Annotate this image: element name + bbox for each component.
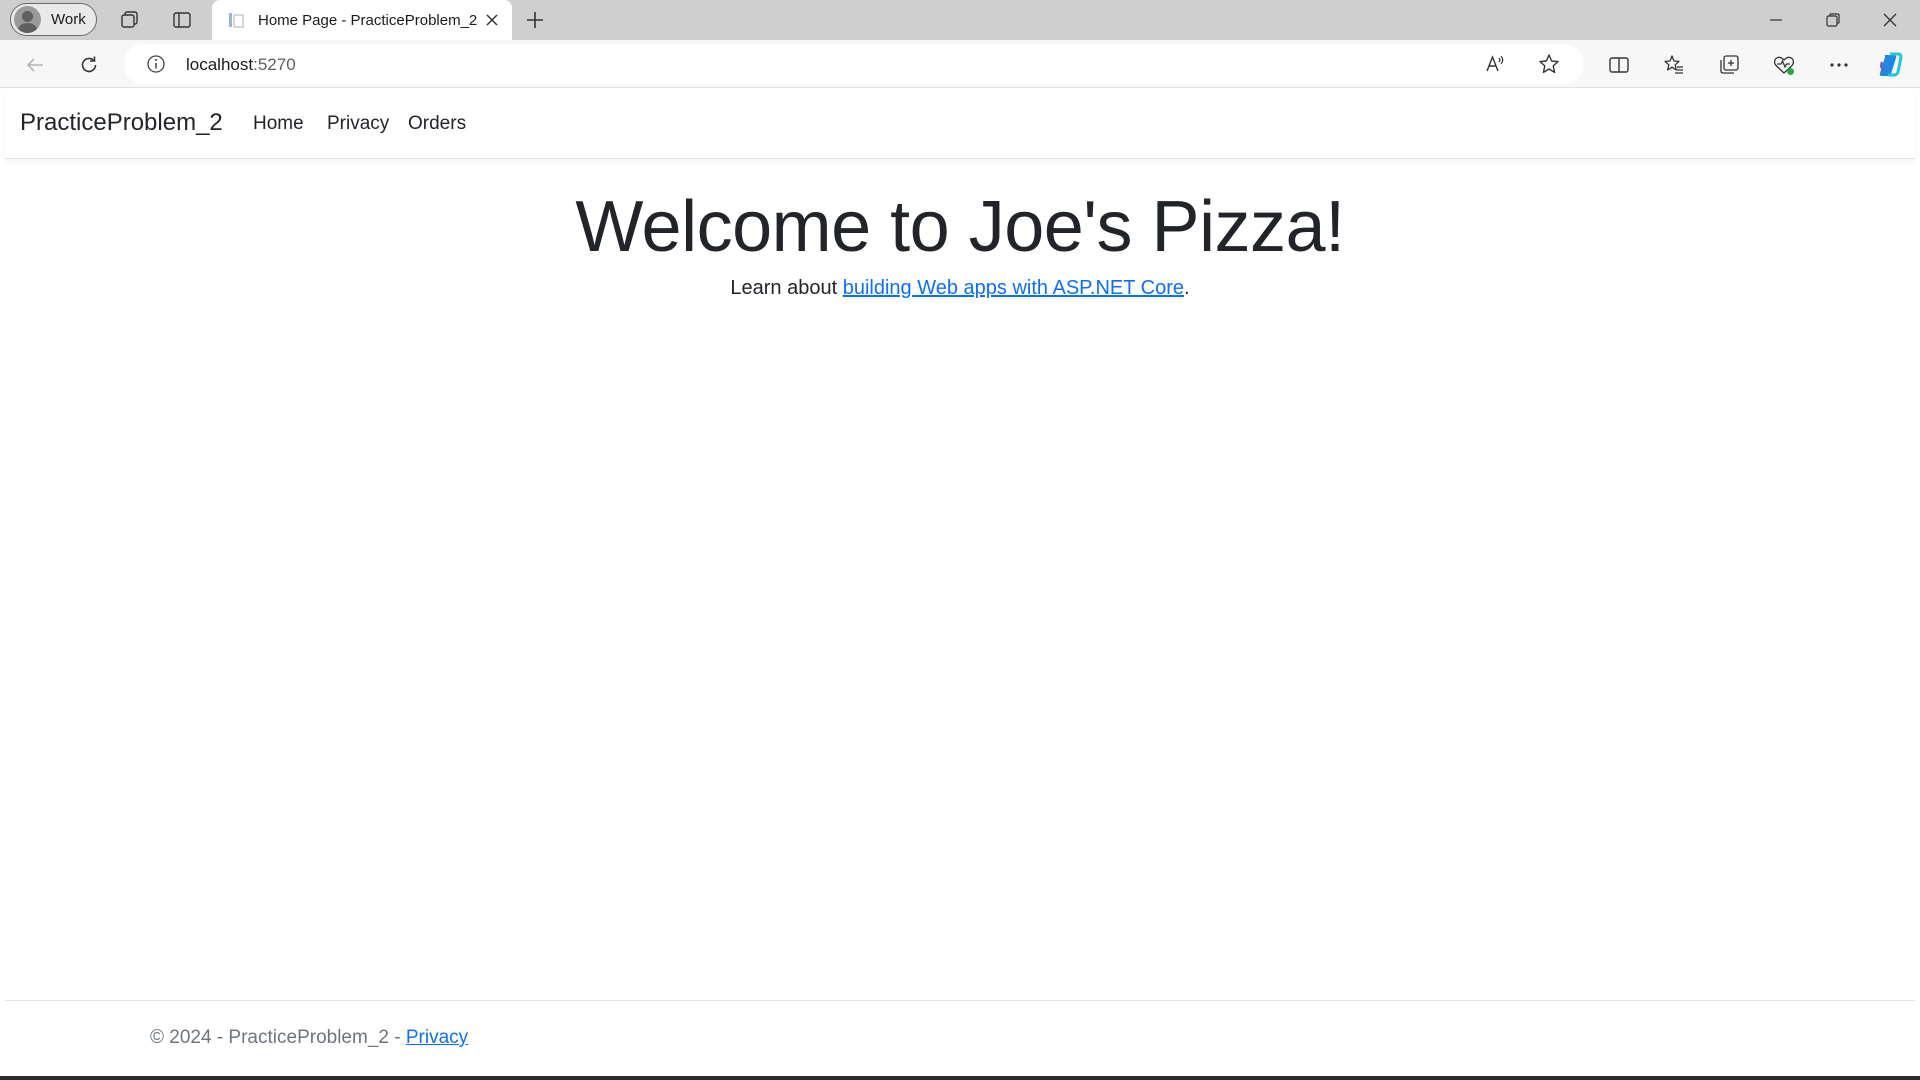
url-text[interactable]: localhost:5270 <box>186 55 296 75</box>
site-info-icon[interactable] <box>146 54 166 74</box>
nav-link-home[interactable]: Home <box>253 113 304 135</box>
workspaces-icon[interactable] <box>116 6 144 34</box>
address-bar[interactable]: localhost:5270 <box>124 44 1584 84</box>
tab-home-page[interactable]: Home Page - PracticeProblem_2 <box>212 0 512 40</box>
nav-link-privacy[interactable]: Privacy <box>327 113 389 135</box>
browser-essentials-icon[interactable] <box>1767 48 1801 82</box>
page-favicon-icon <box>226 10 246 30</box>
more-options-icon[interactable] <box>1822 48 1856 82</box>
new-tab-icon[interactable] <box>521 6 549 34</box>
page-title: Welcome to Joe's Pizza! <box>575 187 1345 267</box>
site-navbar: PracticeProblem_2 Home Privacy Orders <box>5 89 1915 159</box>
url-port: :5270 <box>253 55 296 74</box>
restore-icon[interactable] <box>1805 0 1861 40</box>
profile-label: Work <box>51 11 86 28</box>
intro-text-after: . <box>1184 277 1190 299</box>
nav-link-orders[interactable]: Orders <box>408 113 466 135</box>
web-page: PracticeProblem_2 Home Privacy Orders We… <box>5 89 1915 1076</box>
copilot-icon[interactable] <box>1874 48 1908 82</box>
read-aloud-icon[interactable] <box>1480 49 1510 79</box>
footer-privacy-link[interactable]: Privacy <box>406 1027 468 1048</box>
profile-avatar-icon <box>14 6 41 33</box>
favorite-star-icon[interactable] <box>1534 49 1564 79</box>
close-window-icon[interactable] <box>1862 0 1918 40</box>
intro-text: Learn about building Web apps with ASP.N… <box>5 277 1915 300</box>
back-arrow-icon[interactable] <box>18 48 52 82</box>
browser-toolbar: localhost:5270 <box>0 40 1920 88</box>
collections-icon[interactable] <box>1712 48 1746 82</box>
site-footer: © 2024 - PracticeProblem_2 - Privacy <box>5 1000 1915 1076</box>
url-host: localhost <box>186 55 254 74</box>
site-brand[interactable]: PracticeProblem_2 <box>20 109 223 137</box>
refresh-icon[interactable] <box>72 48 106 82</box>
split-screen-icon[interactable] <box>1602 48 1636 82</box>
browser-window: Work Home Page - PracticeProblem_2 local… <box>0 0 1920 1076</box>
tab-title: Home Page - PracticeProblem_2 <box>258 11 478 29</box>
close-tab-icon[interactable] <box>482 10 502 30</box>
footer-text: © 2024 - PracticeProblem_2 - Privacy <box>150 1027 468 1049</box>
intro-text-before: Learn about <box>730 277 843 299</box>
favorites-icon[interactable] <box>1657 48 1691 82</box>
vertical-tabs-icon[interactable] <box>168 6 196 34</box>
footer-copyright: © 2024 - PracticeProblem_2 - <box>150 1027 406 1048</box>
aspnet-docs-link[interactable]: building Web apps with ASP.NET Core <box>843 277 1184 299</box>
minimize-icon[interactable] <box>1748 0 1804 40</box>
profile-button[interactable]: Work <box>10 3 97 36</box>
tab-strip: Work Home Page - PracticeProblem_2 <box>0 0 1920 40</box>
